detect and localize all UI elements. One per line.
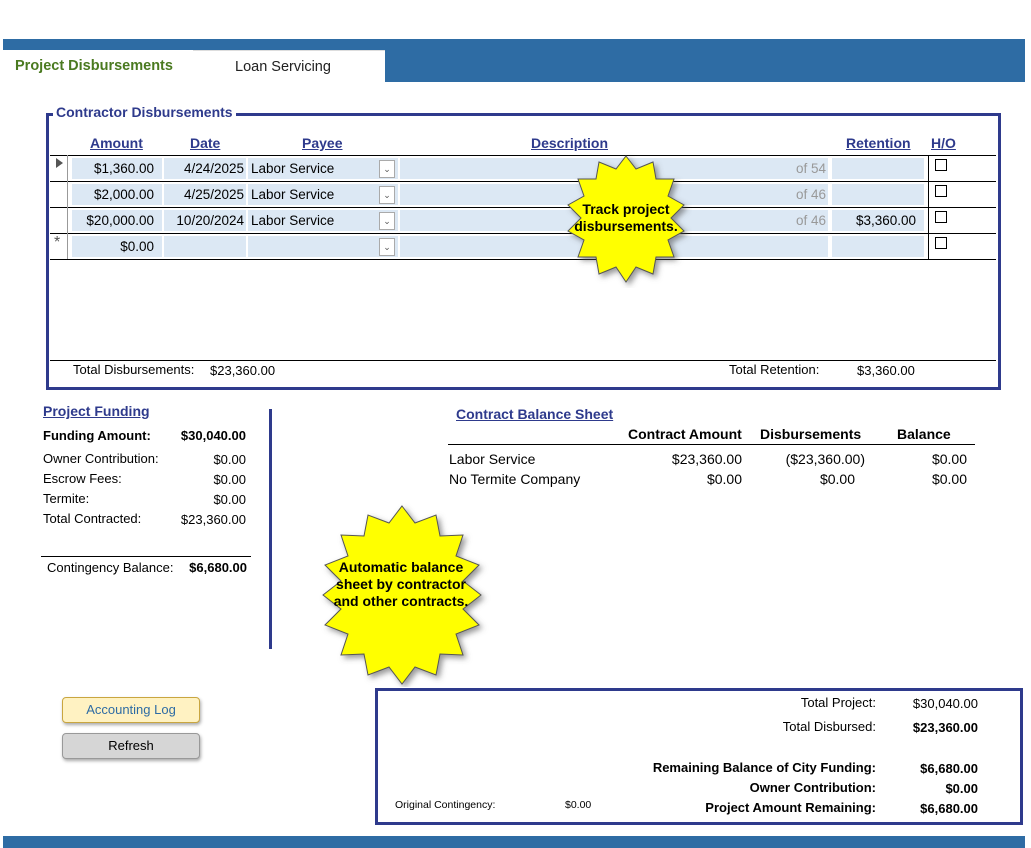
original-contingency-value: $0.00 [565,799,592,811]
balance-row1-disbursed: ($23,360.00) [785,451,865,467]
balance-row1-balance: $0.00 [931,451,967,467]
row3-ho-checkbox[interactable] [935,211,947,223]
total-retention-value: $3,360.00 [857,363,915,378]
total-disbursed-value: $23,360.00 [912,720,978,735]
header-contract-amount: Contract Amount [628,426,742,442]
row2-retention[interactable] [832,184,924,205]
header-balance: Balance [897,426,951,442]
callout-automatic-balance-sheet: Automatic balance sheet by contractor an… [333,559,469,609]
total-contracted-value: $23,360.00 [180,512,246,527]
termite-label: Termite: [43,491,90,506]
header-payee[interactable]: Payee [302,135,342,151]
project-funding-title: Project Funding [43,403,150,419]
row1-retention[interactable] [832,158,924,179]
new-record-icon: * [54,234,61,251]
header-ho[interactable]: H/O [931,135,956,151]
balance-row2-contract: $0.00 [706,471,742,487]
total-project-value: $30,040.00 [912,696,978,711]
row2-payee[interactable]: Labor Service [248,184,398,205]
contractor-disbursements-legend: Contractor Disbursements [53,104,236,120]
header-retention[interactable]: Retention [846,135,911,151]
new-row-payee[interactable] [248,236,398,257]
section-divider [269,409,272,649]
original-contingency-label: Original Contingency: [395,799,496,811]
escrow-fees-label: Escrow Fees: [43,471,122,486]
row1-amount[interactable]: $1,360.00 [72,158,162,179]
bottom-band [3,836,1025,848]
chevron-down-icon[interactable]: ⌄ [379,186,395,204]
contingency-balance-label: Contingency Balance: [47,560,174,575]
funding-amount-label: Funding Amount: [43,428,151,443]
header-disbursements: Disbursements [760,426,862,442]
contingency-balance-value: $6,680.00 [189,560,247,575]
summary-owner-contribution-value: $0.00 [945,781,978,796]
contract-balance-sheet-title: Contract Balance Sheet [456,406,614,422]
refresh-button[interactable]: Refresh [62,733,200,759]
total-project-label: Total Project: [800,695,876,710]
new-row-date[interactable] [164,236,246,257]
owner-contribution-value: $0.00 [213,452,246,467]
total-disbursements-label: Total Disbursements: [73,362,195,377]
project-amount-remaining-label: Project Amount Remaining: [705,800,876,815]
grid-line [50,155,996,156]
total-disbursed-label: Total Disbursed: [782,719,876,734]
chevron-down-icon[interactable]: ⌄ [379,160,395,178]
header-amount[interactable]: Amount [90,135,143,151]
balance-row2-balance: $0.00 [931,471,967,487]
tab-loan-servicing[interactable]: Loan Servicing [193,50,385,82]
balance-sheet-divider [448,444,975,445]
remaining-city-funding-value: $6,680.00 [920,761,978,776]
grid-line [50,181,996,182]
owner-contribution-label: Owner Contribution: [43,451,159,466]
total-contracted-label: Total Contracted: [43,511,142,526]
chevron-down-icon[interactable]: ⌄ [379,238,395,256]
new-row-ho-checkbox[interactable] [935,237,947,249]
header-description[interactable]: Description [531,135,608,151]
row2-ho-checkbox[interactable] [935,185,947,197]
balance-row1-name: Labor Service [449,451,536,467]
row3-date[interactable]: 10/20/2024 [164,210,246,231]
termite-value: $0.00 [213,492,246,507]
grid-line [50,207,996,208]
balance-row1-contract: $23,360.00 [671,451,742,467]
balance-row2-name: No Termite Company [449,471,581,487]
row3-retention[interactable]: $3,360.00 [832,210,924,231]
new-row-retention[interactable] [832,236,924,257]
row3-amount[interactable]: $20,000.00 [72,210,162,231]
callout-track-disbursements: Track project disbursements. [574,201,678,234]
row1-ho-checkbox[interactable] [935,159,947,171]
funding-divider [41,556,251,557]
summary-owner-contribution-label: Owner Contribution: [749,780,876,795]
total-retention-label: Total Retention: [729,362,820,377]
totals-divider [50,360,996,361]
row2-amount[interactable]: $2,000.00 [72,184,162,205]
tab-project-disbursements[interactable]: Project Disbursements [3,50,193,82]
escrow-fees-value: $0.00 [213,472,246,487]
header-date[interactable]: Date [190,135,220,151]
row1-date[interactable]: 4/24/2025 [164,158,246,179]
grid-line [50,259,996,260]
accounting-log-button[interactable]: Accounting Log [62,697,200,723]
chevron-down-icon[interactable]: ⌄ [379,212,395,230]
grid-divider [928,155,929,259]
row1-payee[interactable]: Labor Service [248,158,398,179]
balance-row2-disbursed: $0.00 [819,471,855,487]
total-disbursements-value: $23,360.00 [210,363,276,378]
current-record-icon [56,158,63,168]
grid-line [50,233,996,234]
remaining-city-funding-label: Remaining Balance of City Funding: [652,760,876,775]
row2-date[interactable]: 4/25/2025 [164,184,246,205]
new-row-amount[interactable]: $0.00 [72,236,162,257]
project-amount-remaining-value: $6,680.00 [920,801,978,816]
funding-amount-value: $30,040.00 [180,428,246,443]
row3-payee[interactable]: Labor Service [248,210,398,231]
